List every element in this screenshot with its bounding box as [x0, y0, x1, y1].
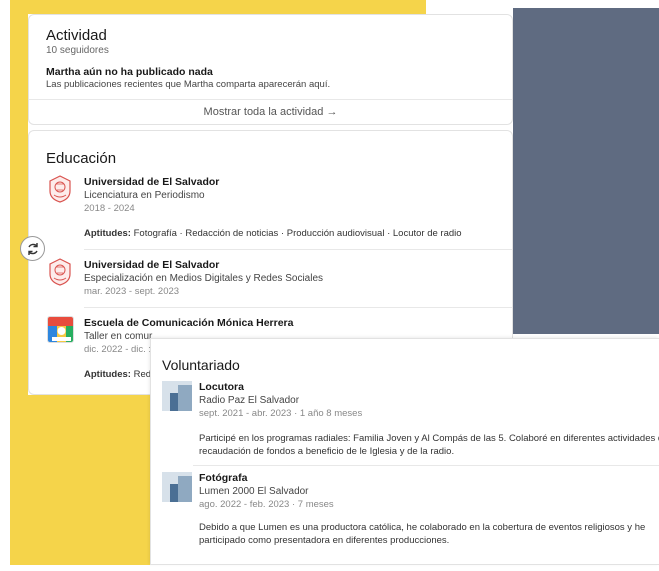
- divider: [84, 307, 512, 308]
- skills-list: Fotografía · Redacción de noticias · Pro…: [130, 228, 462, 239]
- volunteering-title: Voluntariado: [162, 357, 240, 373]
- volunteer-description: Debido a que Lumen es una productora cat…: [199, 522, 646, 546]
- activity-title: Actividad: [46, 27, 107, 44]
- school-name: Universidad de El Salvador: [84, 259, 220, 271]
- volunteer-dates: sept. 2021 - abr. 2023 · 1 año 8 meses: [199, 408, 363, 419]
- refresh-icon: [27, 242, 38, 255]
- decor-yellow-bottom: [10, 395, 150, 565]
- decor-yellow-top: [10, 0, 426, 14]
- university-seal-icon: [49, 175, 71, 203]
- divider: [84, 249, 512, 250]
- divider: [29, 99, 512, 100]
- volunteer-role: Locutora: [199, 381, 244, 393]
- volunteer-org-icon: [162, 472, 192, 502]
- volunteering-card: Voluntariado Locutora Radio Paz El Salva…: [150, 338, 659, 565]
- followers-count: 10 seguidores: [46, 45, 109, 56]
- skills-line: Aptitudes: Fotografía · Redacción de not…: [84, 228, 462, 239]
- dates: mar. 2023 - sept. 2023: [84, 286, 180, 297]
- degree: Licenciatura en Periodismo: [84, 190, 205, 201]
- dates: 2018 - 2024: [84, 203, 135, 214]
- degree: Especialización en Medios Digitales y Re…: [84, 273, 324, 284]
- volunteer-org-icon: [162, 381, 192, 411]
- school-name: Universidad de El Salvador: [84, 176, 220, 188]
- decor-slate-panel: [513, 8, 659, 334]
- volunteer-role: Fotógrafa: [199, 472, 248, 484]
- skills-label: Aptitudes:: [84, 228, 131, 239]
- education-title: Educación: [46, 150, 117, 167]
- activity-empty-subtitle: Las publicaciones recientes que Martha c…: [46, 79, 331, 90]
- volunteer-description: Participé en los programas radiales: Fam…: [199, 433, 659, 457]
- show-all-activity-button[interactable]: Mostrar toda la actividad →: [29, 106, 512, 118]
- refresh-button[interactable]: [20, 236, 45, 261]
- activity-empty-title: Martha aún no ha publicado nada: [46, 66, 213, 78]
- skills-line: Aptitudes: Reda: [84, 369, 156, 380]
- school-name: Escuela de Comunicación Mónica Herrera: [84, 317, 294, 329]
- volunteer-org: Lumen 2000 El Salvador: [199, 486, 309, 497]
- activity-card: Actividad 10 seguidores Martha aún no ha…: [28, 14, 513, 125]
- monica-herrera-logo-icon: [47, 316, 74, 343]
- university-seal-icon: [49, 258, 71, 286]
- volunteer-org: Radio Paz El Salvador: [199, 395, 300, 406]
- divider: [193, 465, 659, 466]
- volunteer-dates: ago. 2022 - feb. 2023 · 7 meses: [199, 499, 334, 510]
- skills-label: Aptitudes:: [84, 369, 131, 380]
- decor-yellow-left: [10, 0, 28, 395]
